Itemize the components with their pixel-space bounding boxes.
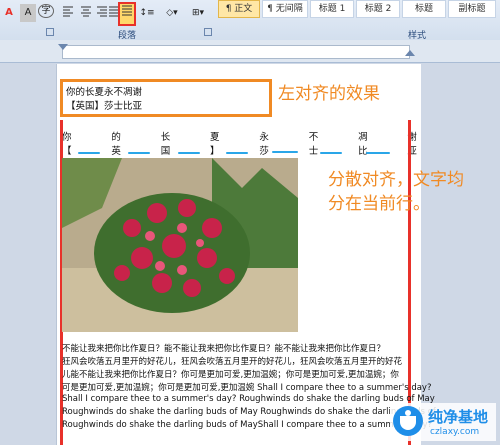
- enclose-char-button[interactable]: 字: [38, 4, 54, 18]
- left-align-title: 你的长夏永不凋谢: [66, 87, 143, 98]
- logo-icon: [393, 406, 423, 436]
- char: 英: [111, 146, 121, 157]
- ruler-track: [62, 45, 410, 59]
- spacing-mark: [128, 152, 150, 154]
- distributed-title-row: 你 的 长 夏 永 不 凋 谢: [62, 129, 417, 143]
- paragraph-line: 可是更加可爱,更加温婉；你可是更加可爱,更加温婉 Shall I compare…: [62, 383, 432, 393]
- logo-url: czlaxy.com: [430, 427, 480, 437]
- distributed-annotation-line2: 分在当前行。: [328, 194, 430, 214]
- spacing-mark: [320, 152, 342, 154]
- char: 不: [308, 132, 319, 143]
- font-color-button[interactable]: A: [2, 4, 16, 22]
- char: 的: [111, 132, 121, 143]
- paragraph-line: Roughwinds do shake the darling buds of …: [62, 407, 436, 417]
- shading-button[interactable]: ◇▾: [160, 4, 184, 22]
- distributed-annotation-line1: 分散对齐，文字均: [328, 170, 464, 190]
- spacing-mark: [178, 152, 200, 154]
- char: 凋: [358, 132, 368, 143]
- paragraph-dialog-launcher[interactable]: [204, 28, 212, 36]
- left-align-annotation: 左对齐的效果: [278, 84, 380, 104]
- distributed-author-row: 【 英 国 】 莎 士 比 亚: [62, 143, 417, 157]
- char: 你: [62, 132, 72, 143]
- spacing-mark: [272, 151, 298, 153]
- paragraph-line: 狂风会吹落五月里开的好花儿，狂风会吹落五月里开的好花儿，狂风会吹落五月里开的好花: [62, 357, 403, 367]
- spacing-mark: [226, 152, 248, 154]
- distributed-align-button[interactable]: [118, 2, 136, 26]
- borders-button[interactable]: ⊞▾: [186, 4, 210, 22]
- right-indent-marker[interactable]: [405, 50, 415, 56]
- char-shading-button[interactable]: A: [20, 4, 36, 22]
- style-heading-1[interactable]: 标题 1: [310, 0, 354, 18]
- spacing-mark: [78, 152, 100, 154]
- char: 【: [62, 146, 72, 157]
- logo-name: 纯净基地: [428, 408, 489, 426]
- spacing-mark: [366, 152, 390, 154]
- align-left-icon: [63, 6, 73, 17]
- align-left-button[interactable]: [60, 4, 76, 22]
- style-no-spacing[interactable]: ¶ 无间隔: [262, 0, 308, 18]
- ribbon: A A 字 ↕≡ ◇▾ ⊞▾ ¶ 正文 ¶ 无间隔 标题 1 标题 2 标题 副…: [0, 0, 500, 41]
- char: 莎: [259, 146, 269, 157]
- line-spacing-button[interactable]: ↕≡: [138, 4, 156, 22]
- distributed-align-icon: [122, 5, 132, 16]
- paragraph-line: 儿能不能让我来把你比作夏日？你可是更加可爱,更加温婉；你可是更加可爱,更加温婉；…: [62, 370, 399, 380]
- indent-marker[interactable]: [58, 44, 68, 50]
- align-center-button[interactable]: [78, 4, 94, 22]
- style-normal[interactable]: ¶ 正文: [218, 0, 260, 18]
- paragraph-line: 不能让我来把你比作夏日？能不能让我来把你比作夏日？能不能让我来把你比作夏日？: [62, 344, 386, 354]
- char: 】: [210, 146, 220, 157]
- flower-bush-image: [62, 158, 298, 332]
- char: 夏: [210, 132, 220, 143]
- style-title[interactable]: 标题: [402, 0, 446, 18]
- char: 比: [358, 146, 368, 157]
- align-center-icon: [81, 6, 91, 17]
- paragraph-line: Roughwinds do shake the darling buds of …: [62, 420, 433, 430]
- horizontal-ruler[interactable]: [0, 40, 500, 63]
- char: 长: [160, 132, 171, 143]
- char: 永: [259, 132, 269, 143]
- char: 国: [160, 146, 171, 157]
- style-heading-2[interactable]: 标题 2: [356, 0, 400, 18]
- style-subtitle[interactable]: 副标题: [448, 0, 496, 18]
- left-align-author: 【英国】莎士比亚: [66, 101, 143, 112]
- site-logo: 纯净基地 czlaxy.com: [390, 403, 496, 441]
- paragraph-line: Shall I compare thee to a summer's day? …: [62, 394, 435, 404]
- font-dialog-launcher[interactable]: [46, 28, 54, 36]
- char: 士: [308, 146, 319, 157]
